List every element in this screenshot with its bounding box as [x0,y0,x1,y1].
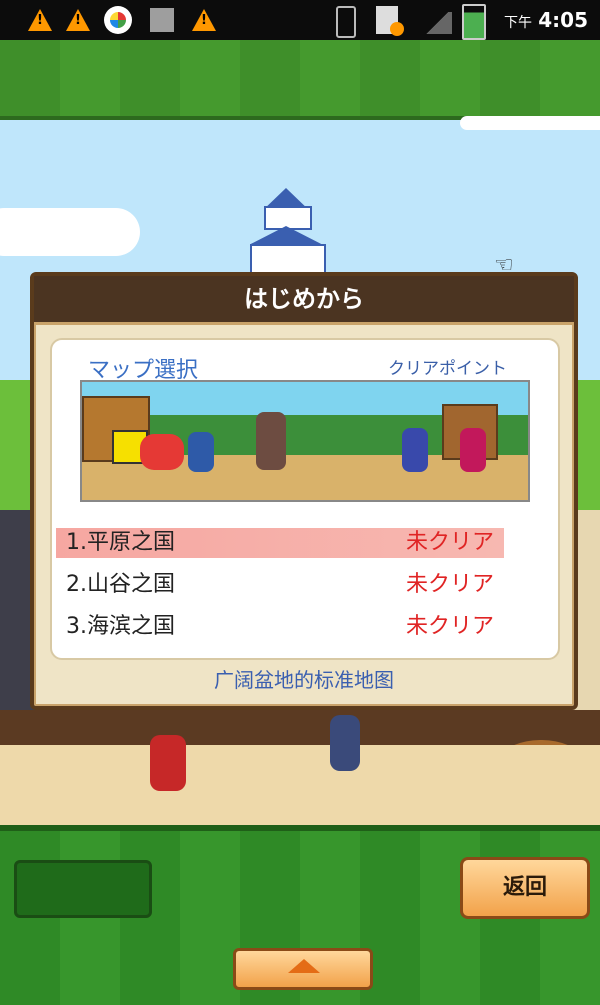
rider-sprite [256,412,286,470]
map-name: 1.平原之国 [66,530,175,555]
treasure-bag-sprite [140,434,184,470]
villager-sprite [402,428,428,472]
status-time: 4:05 [538,8,588,32]
vibrate-icon [336,6,356,38]
map-description: 广阔盆地的标准地图 [214,668,394,692]
map-clear-status: 未クリア [405,530,494,555]
status-bar: 下午 4:05 [0,0,600,40]
villager-sprite [460,428,486,472]
villager-sprite [188,432,214,472]
sd-card-alert-icon [376,6,404,36]
castle-icon [240,188,332,274]
villager-sprite [150,735,186,791]
warning-icon [192,9,216,31]
warning-icon [66,9,90,31]
cloud [0,208,140,256]
name-box [14,860,152,918]
status-ampm: 下午 [504,15,532,31]
map-clear-status: 未クリア [405,572,494,597]
map-row-2[interactable]: 2.山谷之国 未クリア [56,570,504,600]
pointing-hand-icon: ☜ [494,253,514,278]
no-signal-icon [422,12,452,34]
start-dialog: はじめから マップ選択 クリアポイント 1.平原之国 未クリア 2.山谷之国 未… [30,272,578,710]
back-button[interactable]: 返回 [460,857,590,919]
battery-charging-icon [462,4,486,40]
map-select-panel: マップ選択 クリアポイント 1.平原之国 未クリア 2.山谷之国 未クリア 3.… [50,338,560,660]
dialog-title: はじめから [34,276,574,325]
photo-app-icon [104,6,132,34]
usb-icon [150,8,174,32]
up-arrow-icon [288,959,320,973]
scroll-up-button[interactable] [233,948,373,990]
map-row-1[interactable]: 1.平原之国 未クリア [56,528,504,558]
map-clear-status: 未クリア [405,614,494,639]
warning-icon [28,9,52,31]
cloud [460,116,600,130]
map-name: 3.海滨之国 [66,614,175,639]
map-name: 2.山谷之国 [66,572,175,597]
map-row-3[interactable]: 3.海滨之国 未クリア [56,612,504,642]
ninja-sprite [330,715,360,771]
clear-points-label: クリアポイント [388,359,507,379]
top-band [0,40,600,120]
map-preview-image [80,380,530,502]
town-street-roofline [0,710,600,750]
ground [0,715,600,825]
